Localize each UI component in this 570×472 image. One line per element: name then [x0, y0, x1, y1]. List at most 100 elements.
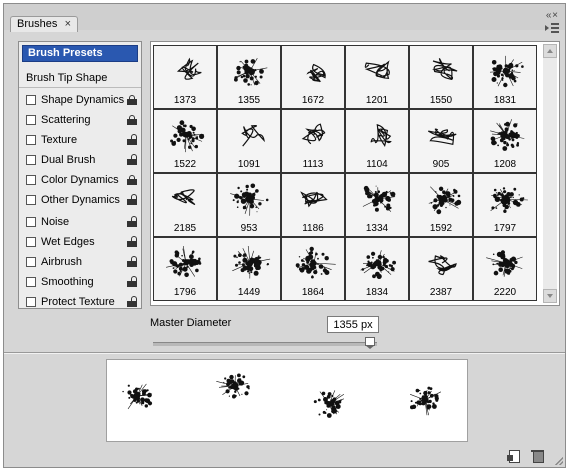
trash-icon[interactable] [531, 449, 545, 463]
master-diameter-slider[interactable] [153, 337, 377, 349]
brush-preset-cell[interactable]: 1796 [153, 237, 217, 301]
brush-thumbnail [486, 250, 523, 277]
option-checkbox[interactable] [26, 277, 36, 287]
new-brush-icon[interactable] [507, 449, 521, 463]
brush-preset-cell[interactable]: 1355 [217, 45, 281, 109]
option-noise[interactable]: Noise [19, 212, 141, 232]
brush-thumbnail [301, 123, 326, 145]
brush-thumbnail [234, 58, 268, 86]
brush-size-label: 905 [432, 159, 450, 170]
brush-size-label: 1550 [429, 95, 453, 106]
lock-icon[interactable] [127, 216, 137, 227]
option-label: Scattering [41, 114, 91, 126]
option-checkbox[interactable] [26, 175, 36, 185]
lock-icon[interactable] [127, 95, 137, 105]
option-checkbox[interactable] [26, 195, 36, 205]
brush-thumbnail [241, 125, 265, 147]
option-protect-texture[interactable]: Protect Texture [19, 292, 141, 312]
option-smoothing[interactable]: Smoothing [19, 272, 141, 292]
preview-stroke-mark [216, 373, 250, 399]
brush-size-label: 1334 [365, 223, 389, 234]
lock-icon[interactable] [127, 175, 137, 185]
brush-preset-cell[interactable]: 2387 [409, 237, 473, 301]
brush-preset-cell[interactable]: 1522 [153, 109, 217, 173]
preview-stroke-mark [313, 390, 345, 418]
brush-size-label: 2387 [429, 287, 453, 298]
option-checkbox[interactable] [26, 217, 36, 227]
preset-scrollbar[interactable] [543, 44, 557, 303]
option-checkbox[interactable] [26, 135, 36, 145]
lock-icon[interactable] [127, 154, 137, 165]
brush-preset-cell[interactable]: 2185 [153, 173, 217, 237]
brush-preset-grid: 1373 1355 1672 1201 1550 1831 1522 1091 1113 1104… [150, 41, 560, 306]
scroll-down-arrow-icon[interactable] [543, 289, 557, 303]
brush-preset-cell[interactable]: 1091 [217, 109, 281, 173]
option-checkbox[interactable] [26, 155, 36, 165]
option-airbrush[interactable]: Airbrush [19, 252, 141, 272]
brush-preset-cell[interactable]: 1834 [345, 237, 409, 301]
option-color-dynamics[interactable]: Color Dynamics [19, 170, 141, 190]
brush-preset-cell[interactable]: 2220 [473, 237, 537, 301]
brush-tip-shape-item[interactable]: Brush Tip Shape [19, 68, 141, 88]
option-scattering[interactable]: Scattering [19, 110, 141, 130]
close-icon[interactable]: × [65, 18, 71, 30]
option-label: Shape Dynamics [41, 94, 125, 106]
option-label: Noise [41, 216, 70, 228]
brush-size-label: 1592 [429, 223, 453, 234]
scroll-up-arrow-icon[interactable] [543, 44, 557, 58]
lock-icon[interactable] [127, 134, 137, 145]
preview-stroke-mark [122, 383, 153, 410]
preview-stroke-mark [409, 386, 442, 416]
brush-preset-cell[interactable]: 905 [409, 109, 473, 173]
brush-preset-cell[interactable]: 1449 [217, 237, 281, 301]
brush-preset-cell[interactable]: 1864 [281, 237, 345, 301]
resize-grip-icon[interactable] [555, 457, 563, 465]
brush-size-label: 1208 [493, 159, 517, 170]
brush-size-label: 1355 [237, 95, 261, 106]
brush-thumbnail [432, 58, 458, 81]
brush-preset-cell[interactable]: 1334 [345, 173, 409, 237]
option-other-dynamics[interactable]: Other Dynamics [19, 190, 141, 210]
brush-thumbnail [490, 187, 528, 213]
option-checkbox[interactable] [26, 237, 36, 247]
option-checkbox[interactable] [26, 257, 36, 267]
brush-size-label: 1104 [366, 159, 388, 170]
master-diameter-input[interactable] [327, 316, 379, 333]
brush-preset-cell[interactable]: 1201 [345, 45, 409, 109]
option-dual-brush[interactable]: Dual Brush [19, 150, 141, 170]
brush-preset-cell[interactable]: 1797 [473, 173, 537, 237]
collapse-icon[interactable]: « × [546, 11, 558, 21]
brush-preset-cell[interactable]: 1113 [281, 109, 345, 173]
brush-preset-cell[interactable]: 1672 [281, 45, 345, 109]
brush-preset-cell[interactable]: 1831 [473, 45, 537, 109]
brush-presets-item[interactable]: Brush Presets [22, 45, 138, 62]
option-wet-edges[interactable]: Wet Edges [19, 232, 141, 252]
brush-size-label: 2220 [493, 287, 517, 298]
option-checkbox[interactable] [26, 297, 36, 307]
option-texture[interactable]: Texture [19, 130, 141, 150]
brush-thumbnail [489, 55, 524, 88]
lock-icon[interactable] [127, 236, 137, 247]
brush-thumbnail [428, 255, 457, 276]
lock-icon[interactable] [127, 296, 137, 307]
brush-preset-cell[interactable]: 1592 [409, 173, 473, 237]
brush-thumbnail [364, 60, 390, 79]
lock-icon[interactable] [127, 115, 137, 125]
lock-icon[interactable] [127, 194, 137, 205]
lock-icon[interactable] [127, 256, 137, 267]
option-checkbox[interactable] [26, 115, 36, 125]
brush-preset-cell[interactable]: 953 [217, 173, 281, 237]
brush-preset-cell[interactable]: 1550 [409, 45, 473, 109]
brush-preset-cell[interactable]: 1104 [345, 109, 409, 173]
option-shape-dynamics[interactable]: Shape Dynamics [19, 90, 141, 110]
brush-preset-cell[interactable]: 1208 [473, 109, 537, 173]
option-checkbox[interactable] [26, 95, 36, 105]
brush-preset-cell[interactable]: 1373 [153, 45, 217, 109]
brush-size-label: 1834 [365, 287, 389, 298]
option-label: Airbrush [41, 256, 82, 268]
brush-preset-cell[interactable]: 1186 [281, 173, 345, 237]
panel-menu-icon[interactable] [545, 23, 559, 33]
slider-thumb[interactable] [365, 337, 376, 349]
tab-brushes[interactable]: Brushes × [10, 16, 78, 32]
lock-icon[interactable] [127, 276, 137, 287]
